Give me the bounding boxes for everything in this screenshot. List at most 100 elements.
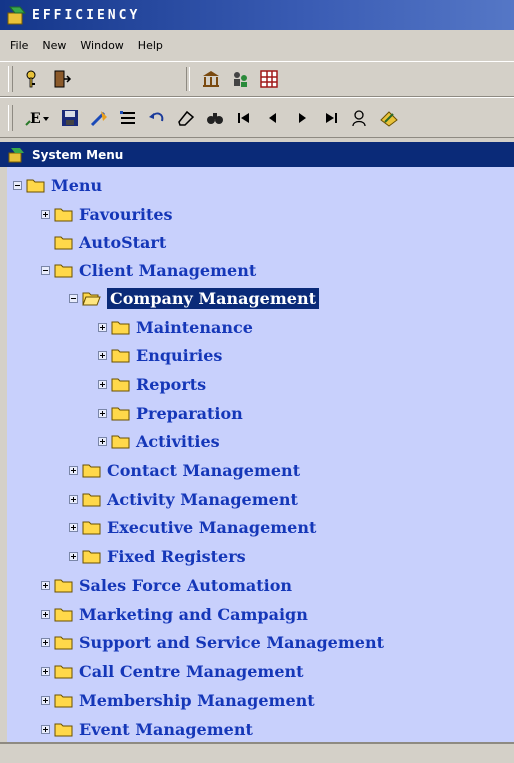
- tree-node-maintenance[interactable]: Maintenance: [98, 317, 253, 337]
- tree-node-reports[interactable]: Reports: [98, 374, 206, 394]
- grid-button[interactable]: [256, 66, 282, 92]
- expand-toggle[interactable]: [69, 522, 78, 532]
- expand-toggle[interactable]: [98, 408, 107, 418]
- tree-node-autostart[interactable]: AutoStart: [54, 232, 166, 252]
- collapse-toggle[interactable]: [69, 293, 78, 303]
- tree-node-menu[interactable]: Menu: [13, 175, 102, 195]
- tree-node-membership-management[interactable]: Membership Management: [41, 690, 315, 710]
- folder-icon: [54, 608, 73, 621]
- tree-node-call-centre-management[interactable]: Call Centre Management: [41, 661, 304, 681]
- tree-label: Favourites: [79, 204, 173, 224]
- tree-label: Menu: [51, 175, 103, 195]
- last-record-icon: [326, 112, 337, 123]
- folder-icon: [54, 694, 73, 707]
- folder-icon: [54, 665, 73, 678]
- expand-toggle[interactable]: [41, 695, 50, 705]
- expand-toggle[interactable]: [41, 637, 50, 647]
- folder-icon: [54, 264, 73, 277]
- menu-help[interactable]: Help: [138, 39, 163, 52]
- note-icon: [380, 110, 398, 127]
- next-record-button[interactable]: [289, 105, 315, 131]
- tree-label: Support and Service Management: [79, 632, 384, 652]
- tree-node-sales-force-automation[interactable]: Sales Force Automation: [41, 575, 292, 595]
- tree-label: Membership Management: [79, 690, 315, 710]
- tree-node-support-and-service-management[interactable]: Support and Service Management: [41, 632, 384, 652]
- tree-node-marketing-and-campaign[interactable]: Marketing and Campaign: [41, 604, 308, 624]
- system-menu-header: System Menu: [0, 142, 514, 167]
- expand-toggle[interactable]: [41, 724, 50, 734]
- tree-node-executive-management[interactable]: Executive Management: [69, 517, 316, 537]
- users-icon: [234, 72, 247, 87]
- expand-toggle[interactable]: [69, 494, 78, 504]
- clear-icon: [90, 110, 107, 126]
- expand-toggle[interactable]: [69, 551, 78, 561]
- expand-toggle[interactable]: [98, 379, 107, 389]
- menu-file[interactable]: File: [10, 39, 28, 52]
- tree-node-contact-management[interactable]: Contact Management: [69, 460, 300, 480]
- list-icon: [120, 110, 135, 124]
- edit-dropdown-button[interactable]: E: [20, 105, 54, 131]
- expand-toggle[interactable]: [98, 436, 107, 446]
- expand-toggle[interactable]: [41, 609, 50, 619]
- tree-node-favourites[interactable]: Favourites: [41, 204, 173, 224]
- first-record-button[interactable]: [231, 105, 257, 131]
- collapse-toggle[interactable]: [13, 180, 22, 190]
- tree-label: Enquiries: [136, 345, 223, 365]
- previous-record-button[interactable]: [260, 105, 286, 131]
- svg-text:E: E: [30, 111, 41, 127]
- expand-toggle[interactable]: [41, 209, 50, 219]
- tree-node-preparation[interactable]: Preparation: [98, 403, 243, 423]
- expand-toggle[interactable]: [98, 322, 107, 332]
- tree-label: Marketing and Campaign: [79, 604, 308, 624]
- tree-node-company-management[interactable]: Company Management: [69, 287, 319, 309]
- company-button[interactable]: [198, 66, 224, 92]
- folder-icon: [82, 550, 101, 563]
- expand-toggle[interactable]: [41, 580, 50, 590]
- first-record-icon: [238, 112, 249, 123]
- find-button[interactable]: [202, 105, 228, 131]
- menu-window[interactable]: Window: [80, 39, 123, 52]
- expand-toggle[interactable]: [41, 666, 50, 676]
- contacts-button[interactable]: [227, 66, 253, 92]
- folder-icon: [54, 579, 73, 592]
- tree-node-event-management[interactable]: Event Management: [41, 719, 253, 739]
- toolbar-grip[interactable]: [8, 66, 13, 92]
- undo-icon: [149, 112, 164, 121]
- clear-button[interactable]: [86, 105, 112, 131]
- last-record-button[interactable]: [318, 105, 344, 131]
- menu-bar: File New Window Help: [0, 30, 514, 60]
- tree-node-activities[interactable]: Activities: [98, 431, 220, 451]
- system-menu-icon: [8, 147, 24, 162]
- key-button[interactable]: [20, 66, 46, 92]
- save-button[interactable]: [57, 105, 83, 131]
- next-record-icon: [299, 112, 306, 123]
- tree-label: Reports: [136, 374, 207, 394]
- toolbar-grip[interactable]: [8, 104, 13, 131]
- tree-node-fixed-registers[interactable]: Fixed Registers: [69, 546, 246, 566]
- title-bar: EFFICIENCY: [0, 0, 514, 30]
- user-search-icon: [352, 109, 366, 126]
- list-button[interactable]: [115, 105, 141, 131]
- undo-button[interactable]: [144, 105, 170, 131]
- folder-icon: [82, 521, 101, 534]
- expand-toggle[interactable]: [69, 465, 78, 475]
- collapse-toggle[interactable]: [41, 265, 50, 275]
- grid-icon: [260, 70, 278, 88]
- tree-node-client-management[interactable]: Client Management: [41, 260, 256, 280]
- folder-icon: [111, 407, 130, 420]
- tree-label: Maintenance: [136, 317, 253, 337]
- edit-dropdown-icon: E: [25, 111, 49, 127]
- expand-toggle[interactable]: [98, 350, 107, 360]
- tree-label: Contact Management: [107, 460, 301, 480]
- tree-node-enquiries[interactable]: Enquiries: [98, 345, 222, 365]
- save-icon: [62, 109, 78, 126]
- tree-node-activity-management[interactable]: Activity Management: [69, 489, 298, 509]
- record-toolbar: E: [0, 97, 514, 138]
- previous-record-icon: [269, 112, 276, 123]
- folder-icon: [26, 179, 45, 192]
- eraser-button[interactable]: [173, 105, 199, 131]
- menu-new[interactable]: New: [42, 39, 66, 52]
- exit-button[interactable]: [49, 66, 75, 92]
- user-search-button[interactable]: [347, 105, 373, 131]
- note-button[interactable]: [376, 105, 402, 131]
